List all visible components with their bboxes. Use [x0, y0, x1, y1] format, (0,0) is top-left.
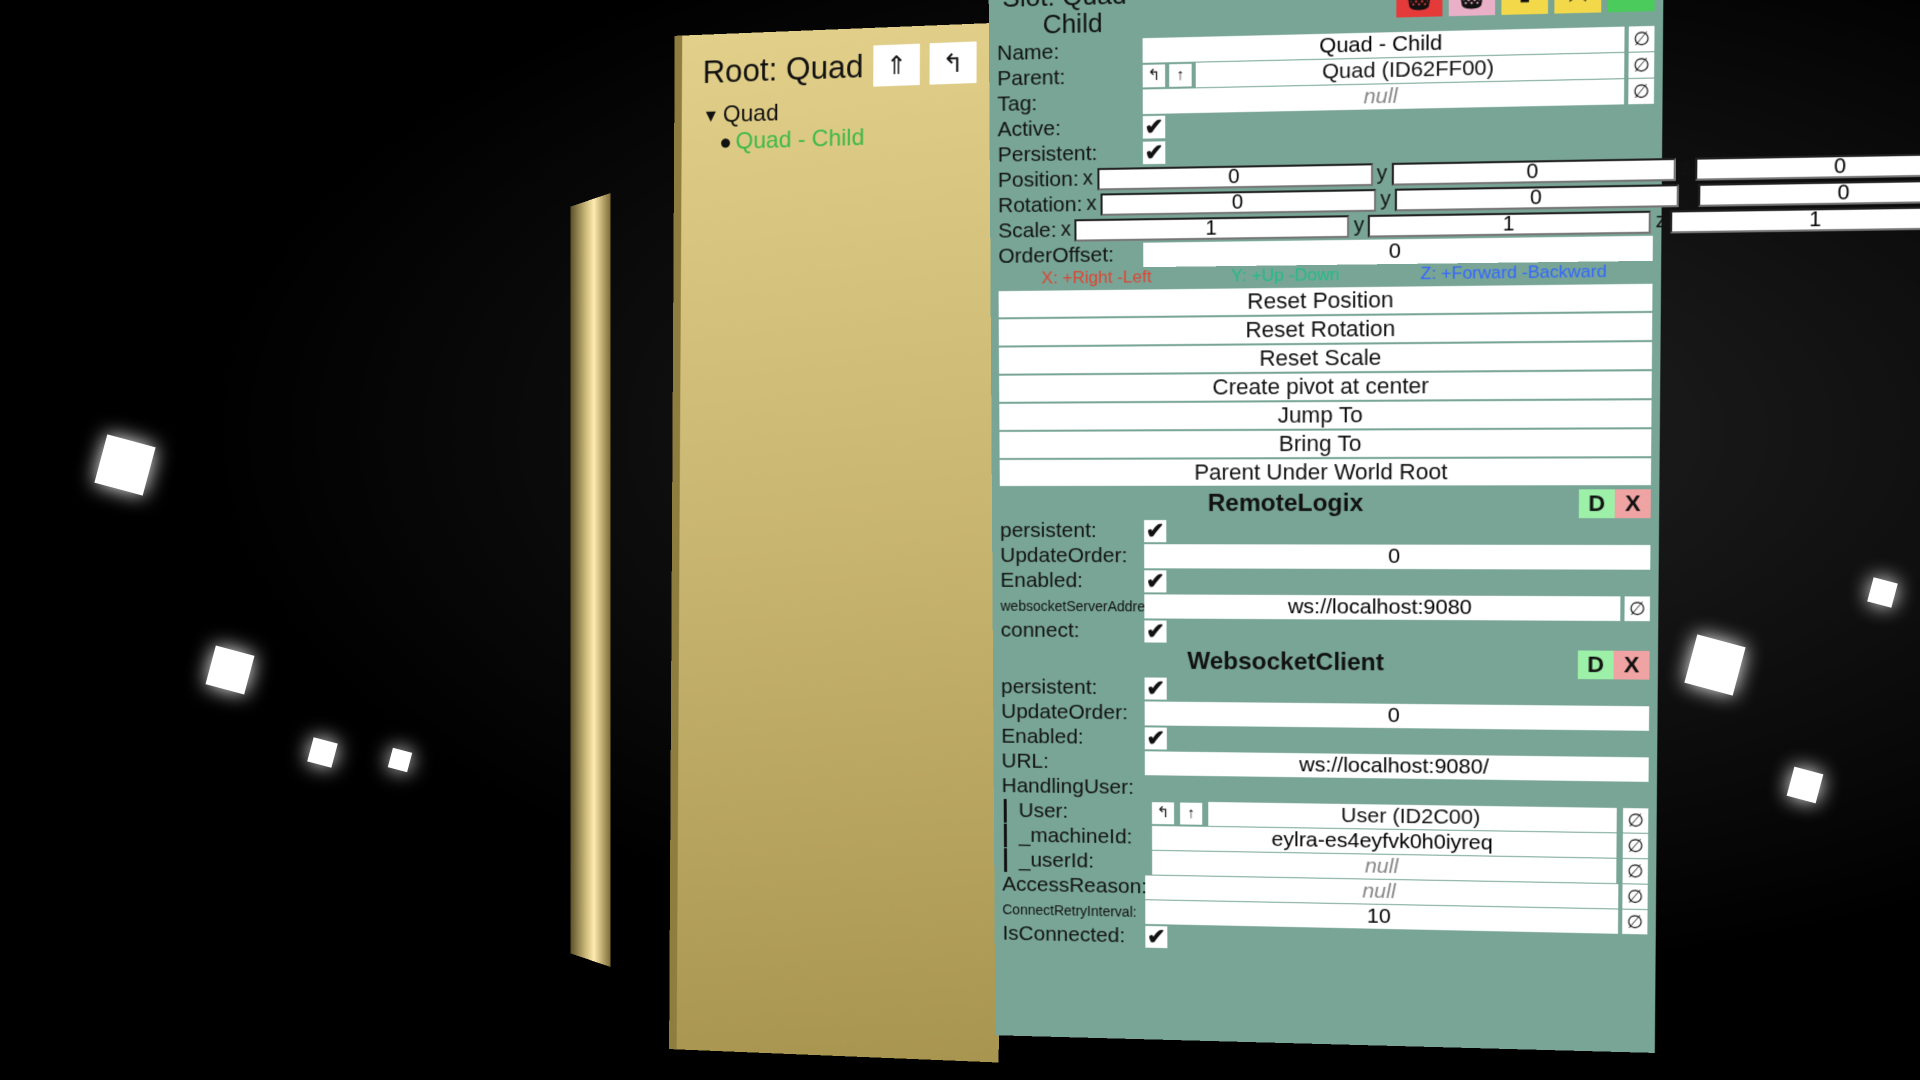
ws-address-label: websocketServerAddress:: [1000, 597, 1140, 614]
bring-to-button[interactable]: Bring To: [999, 429, 1651, 458]
nav-out-button[interactable]: ↰: [929, 41, 976, 84]
favorite-icon[interactable]: ★: [1554, 0, 1601, 14]
reset-rotation-button[interactable]: Reset Rotation: [999, 313, 1653, 346]
enabled-label: Enabled:: [1000, 568, 1140, 592]
remove-button[interactable]: X: [1614, 650, 1650, 679]
tag-label: Tag:: [997, 89, 1138, 116]
parent-under-root-button[interactable]: Parent Under World Root: [1000, 458, 1651, 486]
delete-icon[interactable]: 🗑: [1396, 0, 1442, 18]
machineid-label: _machineId:: [1019, 823, 1146, 849]
persistent-checkbox[interactable]: ✔: [1144, 520, 1166, 542]
tree-child-label: Quad - Child: [736, 124, 865, 155]
create-pivot-button[interactable]: Create pivot at center: [999, 371, 1652, 402]
enabled-checkbox[interactable]: ✔: [1145, 727, 1167, 749]
active-label: Active:: [997, 115, 1138, 142]
duplicate-button[interactable]: D: [1578, 650, 1614, 679]
inspector-panel: Slot: Quad - Child 🗑 🗑 ⬆ ★ ▬ Name: ∅ Par…: [989, 0, 1664, 1053]
y-label: y: [1377, 162, 1387, 186]
x-label: x: [1083, 167, 1093, 191]
enabled-label: Enabled:: [1001, 724, 1141, 749]
remove-button[interactable]: X: [1615, 489, 1651, 518]
null-icon[interactable]: ∅: [1628, 78, 1654, 104]
component-title-websocketclient: WebsocketClient: [1001, 646, 1578, 679]
user-nav-up-button[interactable]: ↑: [1180, 802, 1202, 824]
null-icon[interactable]: ∅: [1624, 596, 1650, 621]
null-icon[interactable]: ∅: [1623, 833, 1648, 858]
scale-label: Scale:: [998, 218, 1057, 243]
orderoffset-label: OrderOffset:: [998, 242, 1139, 268]
null-icon[interactable]: ∅: [1622, 884, 1647, 909]
slot-title: Slot: Quad - Child: [997, 0, 1149, 40]
url-label: URL:: [1001, 749, 1140, 775]
ws-address-field[interactable]: [1144, 594, 1620, 621]
persistent-checkbox[interactable]: ✔: [1143, 141, 1165, 164]
rot-y-field[interactable]: [1395, 184, 1679, 211]
reset-scale-button[interactable]: Reset Scale: [999, 342, 1652, 374]
tree-root-label: Quad: [723, 100, 779, 129]
parent-nav-in-button[interactable]: ↰: [1143, 64, 1165, 87]
hierarchy-tree: ▼ Quad ● Quad - Child: [702, 92, 991, 156]
hierarchy-panel: Root: Quad ⇑ ↰ ▼ Quad ● Quad - Child: [669, 23, 1001, 1063]
isconnected-checkbox[interactable]: ✔: [1145, 926, 1167, 948]
active-checkbox[interactable]: ✔: [1143, 115, 1165, 138]
connect-checkbox[interactable]: ✔: [1144, 620, 1166, 642]
null-icon[interactable]: ∅: [1628, 52, 1654, 78]
parent-nav-up-button[interactable]: ↑: [1169, 63, 1192, 86]
caret-down-icon[interactable]: ▼: [702, 105, 719, 126]
updateorder-label: UpdateOrder:: [1000, 544, 1140, 568]
null-icon[interactable]: ∅: [1622, 909, 1647, 934]
scl-x-field[interactable]: [1075, 215, 1350, 241]
isconnected-label: IsConnected:: [1002, 922, 1141, 949]
jump-to-button[interactable]: Jump To: [999, 400, 1651, 430]
name-label: Name:: [997, 38, 1139, 66]
persistent-label: persistent:: [1000, 519, 1140, 543]
scl-y-field[interactable]: [1368, 210, 1651, 237]
root-label: Root: Quad: [703, 48, 864, 91]
updateorder-label: UpdateOrder:: [1001, 700, 1141, 725]
null-icon[interactable]: ∅: [1623, 808, 1648, 833]
handlinguser-label: HandlingUser:: [1002, 774, 1141, 800]
pos-z-field[interactable]: [1695, 152, 1920, 180]
user-label: User:: [1019, 799, 1146, 825]
panel-edge: [570, 193, 610, 967]
position-label: Position:: [998, 167, 1079, 193]
null-icon[interactable]: ∅: [1623, 858, 1648, 883]
bullet-icon: ●: [719, 130, 732, 156]
nav-up-button[interactable]: ⇑: [873, 44, 920, 87]
rot-x-field[interactable]: [1101, 189, 1377, 216]
delete-preserve-icon[interactable]: 🗑: [1449, 0, 1496, 16]
component-title-remotelogix: RemoteLogix: [1000, 489, 1579, 518]
user-nav-in-button[interactable]: ↰: [1152, 802, 1174, 824]
add-icon[interactable]: ▬: [1608, 0, 1655, 12]
persistent-label: persistent:: [1001, 675, 1141, 700]
move-up-icon[interactable]: ⬆: [1501, 0, 1548, 15]
duplicate-button[interactable]: D: [1579, 489, 1615, 518]
z-label: z: [1680, 157, 1691, 181]
reset-position-button[interactable]: Reset Position: [999, 283, 1653, 317]
scl-z-field[interactable]: [1670, 206, 1920, 233]
userid-label: _userId:: [1019, 848, 1146, 874]
null-icon[interactable]: ∅: [1629, 25, 1655, 51]
persistent-label: Persistent:: [998, 140, 1139, 167]
rot-z-field[interactable]: [1698, 179, 1920, 207]
pos-y-field[interactable]: [1391, 158, 1675, 186]
connect-label: connect:: [1001, 618, 1141, 643]
updateorder-field[interactable]: [1144, 544, 1650, 570]
enabled-checkbox[interactable]: ✔: [1144, 570, 1166, 592]
rotation-label: Rotation:: [998, 192, 1083, 218]
accessreason-label: AccessReason:: [1002, 872, 1141, 898]
persistent-checkbox[interactable]: ✔: [1145, 677, 1167, 699]
parent-label: Parent:: [997, 64, 1138, 92]
pos-x-field[interactable]: [1097, 163, 1373, 190]
retry-interval-label: ConnectRetryInterval:: [1002, 901, 1141, 920]
